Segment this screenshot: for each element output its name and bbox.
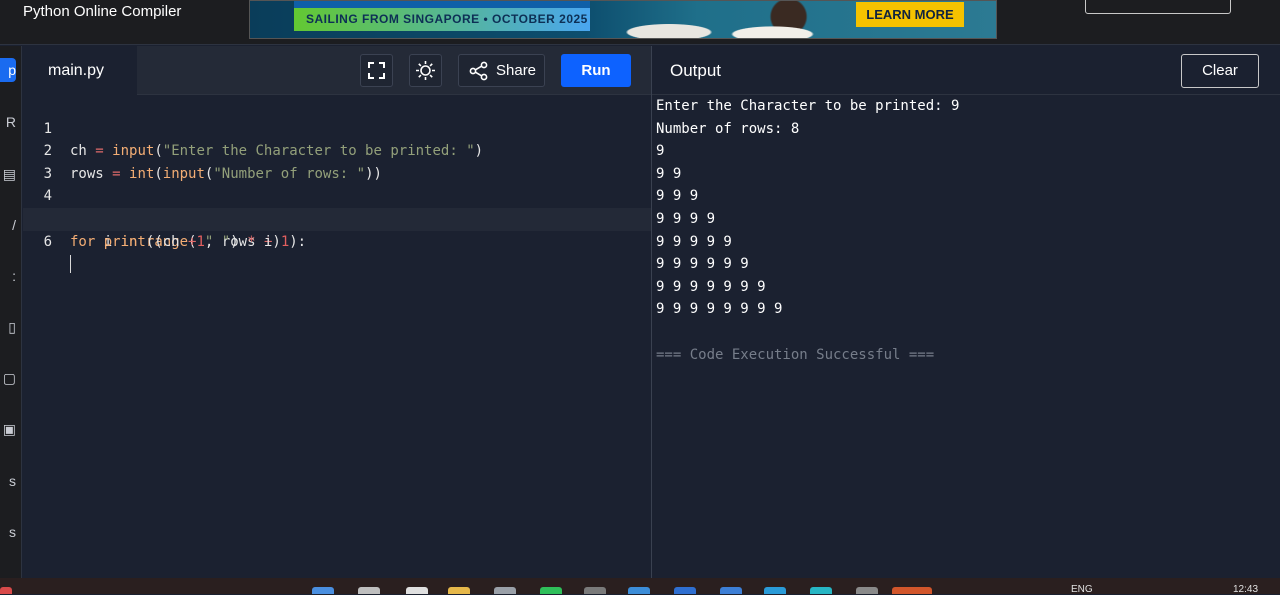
language-indicator[interactable]: ENG — [1071, 584, 1093, 595]
share-button[interactable]: Share — [458, 54, 545, 87]
fullscreen-button[interactable] — [360, 54, 393, 87]
ad-tagline: SAILING FROM SINGAPORE • OCTOBER 2025 — [294, 8, 590, 31]
run-button[interactable]: Run — [561, 54, 631, 87]
sidebar-item-10[interactable]: s — [0, 520, 16, 544]
output-title: Output — [670, 61, 722, 80]
app-icon[interactable] — [628, 587, 650, 594]
edge-icon[interactable] — [674, 587, 696, 594]
sidebar-item-8[interactable]: ▣ — [0, 417, 16, 441]
sidebar-item-2[interactable]: R — [0, 110, 16, 134]
app-icon[interactable] — [764, 587, 786, 594]
theme-toggle-icon — [416, 61, 435, 80]
code-line: 2 rows = int(input("Number of rows: ")) — [23, 118, 651, 182]
tab-main-py[interactable]: main.py — [23, 46, 137, 95]
clock[interactable]: 12:43 — [1233, 584, 1258, 595]
sidebar-item-3[interactable]: ▤ — [0, 162, 16, 186]
search-icon[interactable] — [358, 587, 380, 594]
output-line: Enter the Character to be printed: 9 — [656, 98, 960, 114]
file-explorer-icon[interactable] — [448, 587, 470, 594]
ad-photo — [600, 1, 830, 38]
sidebar-item-5[interactable]: : — [0, 264, 16, 288]
sidebar-item-python[interactable]: p — [0, 58, 16, 82]
output-line: 9 9 9 9 9 9 9 9 — [656, 301, 783, 318]
ad-banner[interactable]: SAILING FROM SINGAPORE • OCTOBER 2025 LE… — [249, 0, 997, 39]
language-sidebar: p R ▤ / : ▯ ▢ ▣ s s — [0, 46, 22, 578]
output-line: 9 9 — [656, 165, 682, 182]
ad-strip — [294, 1, 590, 8]
fullscreen-icon — [368, 62, 385, 79]
line-number: 6 — [43, 233, 52, 250]
code-editor-panel: main.py Share Run 1 ch = input("Enter th… — [23, 46, 651, 578]
output-line: 9 9 9 9 9 9 — [656, 256, 749, 273]
code-line: 5 print((ch + " ") * i) — [23, 185, 651, 250]
powerpoint-icon[interactable] — [892, 587, 932, 594]
app-title: Python Online Compiler — [23, 3, 182, 20]
app-icon[interactable] — [856, 587, 878, 594]
top-bar: Python Online Compiler SAILING FROM SING… — [0, 0, 1280, 45]
output-line: 9 9 9 — [656, 188, 699, 205]
code-line: 4 ▼ for i in range(1, rows + 1): — [23, 163, 651, 249]
app-icon[interactable] — [494, 587, 516, 594]
output-line: 9 9 9 9 9 9 9 — [656, 278, 766, 295]
clear-button[interactable]: Clear — [1181, 54, 1259, 88]
start-icon[interactable] — [312, 587, 334, 594]
code-area[interactable]: 1 ch = input("Enter the Character to be … — [23, 95, 651, 274]
code-line: 3 — [23, 140, 651, 182]
console-output: Enter the Character to be printed: 9 Num… — [656, 95, 959, 366]
output-line: 9 9 9 9 — [656, 210, 716, 227]
sidebar-item-9[interactable]: s — [0, 469, 16, 493]
chrome-icon[interactable] — [540, 587, 562, 594]
output-line: Number of rows: 8 — [656, 120, 800, 137]
task-view-icon[interactable] — [406, 587, 428, 594]
notification-badge-icon — [0, 587, 12, 594]
output-line: 9 9 9 9 9 — [656, 233, 732, 250]
top-right-button[interactable] — [1085, 0, 1231, 14]
code-line: 1 ch = input("Enter the Character to be … — [23, 95, 651, 160]
app-icon[interactable] — [584, 587, 606, 594]
output-header: Output Clear — [652, 46, 1280, 95]
code-text: print((ch + " ") * i) — [103, 233, 281, 250]
output-line: 9 — [656, 143, 665, 160]
execution-status: === Code Execution Successful === — [656, 346, 935, 363]
sidebar-item-7[interactable]: ▢ — [0, 366, 16, 390]
app-icon[interactable] — [720, 587, 742, 594]
share-icon — [469, 61, 488, 81]
code-line-active: 6 — [23, 207, 651, 274]
ad-learn-more-button[interactable]: LEARN MORE — [856, 2, 964, 27]
sidebar-item-4[interactable]: / — [0, 213, 16, 237]
theme-toggle-button[interactable] — [409, 54, 442, 87]
share-label: Share — [496, 62, 537, 79]
output-panel: Output Clear Enter the Character to be p… — [652, 46, 1280, 578]
os-taskbar: ENG 12:43 — [0, 578, 1280, 595]
text-cursor — [70, 253, 71, 276]
editor-header: main.py Share Run — [23, 46, 651, 95]
sidebar-item-6[interactable]: ▯ — [0, 315, 16, 339]
app-icon[interactable] — [810, 587, 832, 594]
